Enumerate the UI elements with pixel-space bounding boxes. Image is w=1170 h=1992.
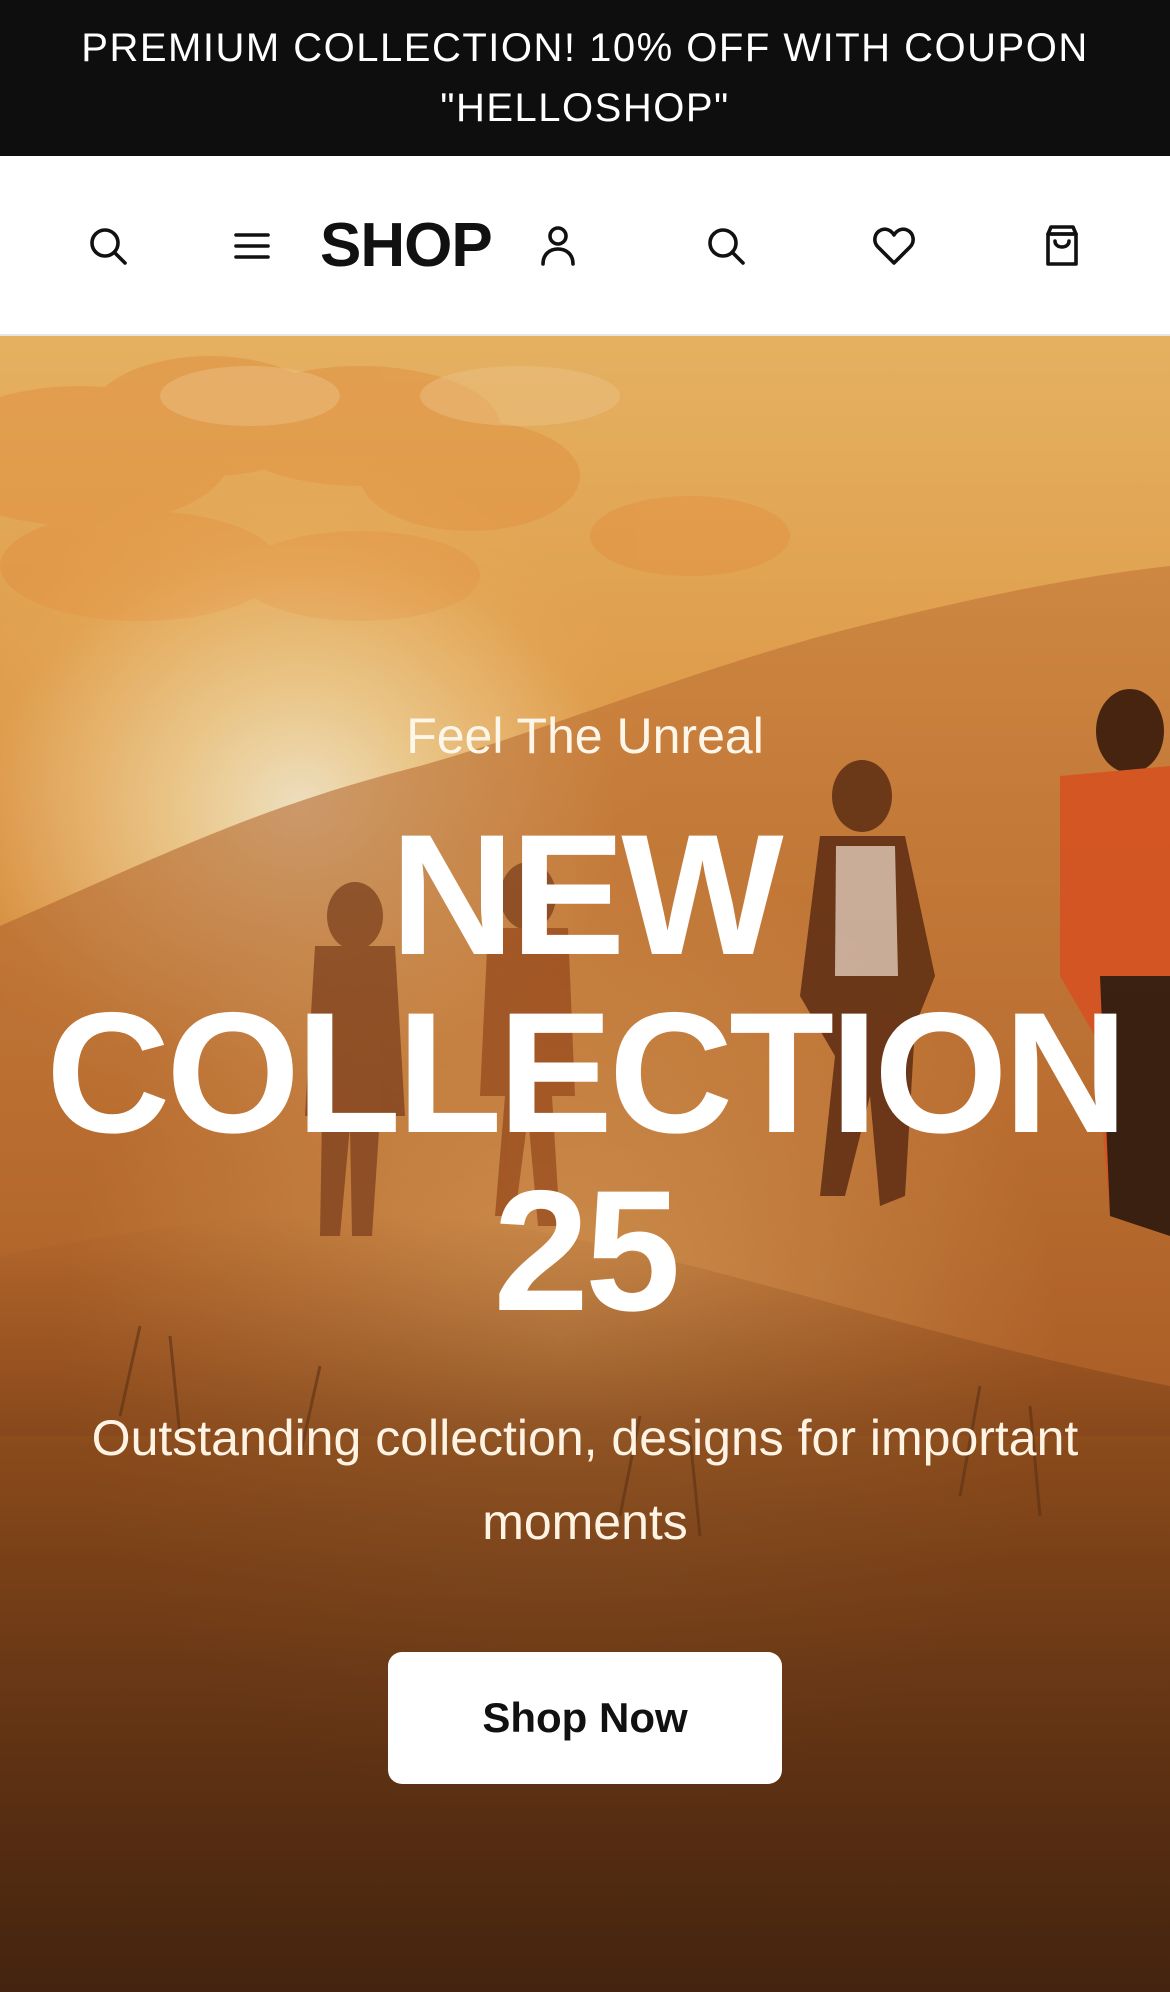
hero-content: Feel The Unreal NEW COLLECTION 25 Outsta…: [0, 336, 1170, 1992]
hero-banner: Feel The Unreal NEW COLLECTION 25 Outsta…: [0, 336, 1170, 1992]
hero-eyebrow: Feel The Unreal: [406, 708, 764, 764]
site-header: SHOP: [0, 156, 1170, 336]
bag-icon[interactable]: [1034, 218, 1090, 274]
search-icon[interactable]: [80, 218, 136, 274]
hero-headline-line-3: 25: [493, 1155, 680, 1347]
site-logo[interactable]: SHOP: [320, 206, 493, 286]
search-icon[interactable]: [698, 218, 754, 274]
hero-headline-line-2: COLLECTION: [46, 977, 1128, 1169]
heart-icon[interactable]: [866, 218, 922, 274]
hero-headline-line-1: NEW: [390, 799, 783, 991]
announcement-bar: PREMIUM COLLECTION! 10% OFF WITH COUPON …: [0, 0, 1170, 156]
announcement-text: PREMIUM COLLECTION! 10% OFF WITH COUPON …: [81, 26, 1089, 130]
menu-icon[interactable]: [224, 218, 280, 274]
hero-headline: NEW COLLECTION 25: [0, 806, 1170, 1340]
hero-subcopy: Outstanding collection, designs for impo…: [91, 1410, 1079, 1550]
user-icon[interactable]: [530, 218, 586, 274]
shop-now-button[interactable]: Shop Now: [388, 1652, 782, 1784]
